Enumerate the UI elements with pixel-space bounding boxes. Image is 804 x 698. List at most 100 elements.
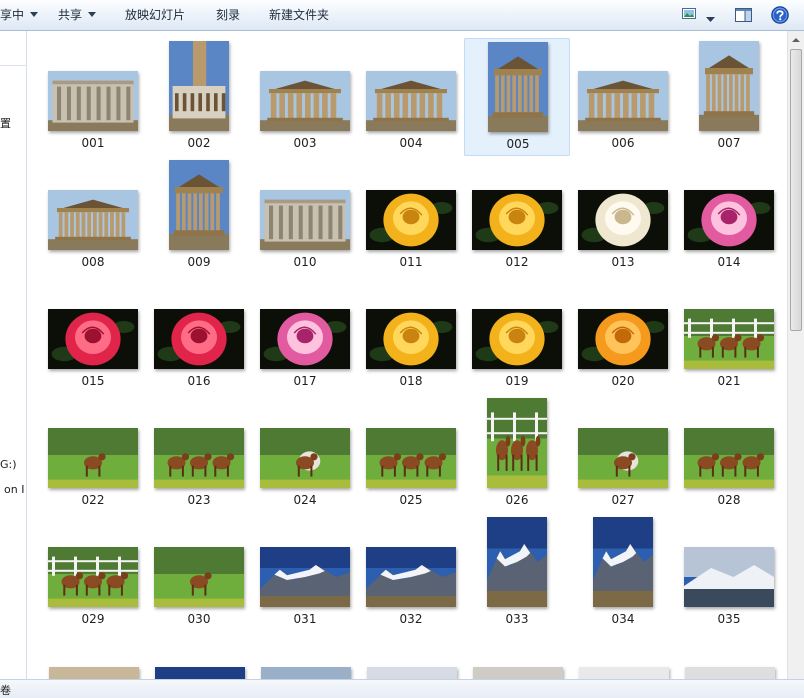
file-item[interactable]: 029 <box>40 514 146 632</box>
file-name: 024 <box>293 493 317 507</box>
file-item[interactable]: 006 <box>570 38 676 156</box>
file-item[interactable]: 033 <box>464 514 570 632</box>
file-name: 010 <box>293 255 317 269</box>
image-thumbnail <box>260 71 350 131</box>
image-thumbnail[interactable] <box>261 667 351 679</box>
file-name: 032 <box>399 612 423 626</box>
file-item[interactable]: 004 <box>358 38 464 156</box>
nav-fragment[interactable]: on I <box>4 483 24 496</box>
file-view[interactable]: 001 002 003 004 005 006 007 008 009 010 011 012 013 0… <box>27 31 787 679</box>
file-item[interactable]: 001 <box>40 38 146 156</box>
file-item[interactable]: 032 <box>358 514 464 632</box>
file-item[interactable]: 003 <box>252 38 358 156</box>
toolbar-item-1[interactable]: 共享 <box>58 0 97 31</box>
file-name: 020 <box>611 374 635 388</box>
file-item[interactable]: 017 <box>252 276 358 394</box>
file-name: 023 <box>187 493 211 507</box>
image-thumbnail <box>154 309 244 369</box>
file-item[interactable]: 022 <box>40 395 146 513</box>
image-thumbnail <box>366 71 456 131</box>
image-thumbnail <box>260 547 350 607</box>
command-bar: 享中 共享 放映幻灯片 刻录 新建文件夹 <box>0 0 804 31</box>
image-thumbnail <box>472 309 562 369</box>
file-item[interactable]: 026 <box>464 395 570 513</box>
file-item[interactable]: 025 <box>358 395 464 513</box>
toolbar-item-3[interactable]: 刻录 <box>216 0 240 31</box>
file-name: 033 <box>505 612 529 626</box>
file-name: 025 <box>399 493 423 507</box>
file-item[interactable]: 011 <box>358 157 464 275</box>
image-thumbnail <box>578 428 668 488</box>
file-name: 028 <box>717 493 741 507</box>
view-dropdown-icon[interactable] <box>706 12 715 26</box>
status-bar: 卷 <box>0 679 804 698</box>
file-name: 027 <box>611 493 635 507</box>
scrollbar-thumb[interactable] <box>790 49 802 331</box>
image-thumbnail[interactable] <box>579 667 669 679</box>
file-name: 004 <box>399 136 423 150</box>
file-name: 005 <box>506 137 530 151</box>
file-name: 022 <box>81 493 105 507</box>
file-item[interactable]: 014 <box>676 157 782 275</box>
file-item[interactable]: 016 <box>146 276 252 394</box>
file-item[interactable]: 002 <box>146 38 252 156</box>
file-item[interactable]: 013 <box>570 157 676 275</box>
image-thumbnail[interactable] <box>155 667 245 679</box>
file-item[interactable]: 015 <box>40 276 146 394</box>
preview-pane-icon[interactable] <box>735 7 752 26</box>
file-item[interactable]: 024 <box>252 395 358 513</box>
vertical-scrollbar[interactable] <box>787 31 804 679</box>
image-thumbnail <box>154 428 244 488</box>
file-item[interactable]: 030 <box>146 514 252 632</box>
file-item[interactable]: 018 <box>358 276 464 394</box>
file-name: 021 <box>717 374 741 388</box>
file-name: 009 <box>187 255 211 269</box>
file-item[interactable]: 034 <box>570 514 676 632</box>
file-name: 006 <box>611 136 635 150</box>
toolbar-item-2[interactable]: 放映幻灯片 <box>125 0 185 31</box>
file-item[interactable]: 020 <box>570 276 676 394</box>
file-name: 035 <box>717 612 741 626</box>
file-name: 026 <box>505 493 529 507</box>
image-thumbnail <box>366 309 456 369</box>
toolbar-item-label: 刻录 <box>216 8 241 22</box>
image-thumbnail <box>260 309 350 369</box>
file-name: 019 <box>505 374 529 388</box>
image-thumbnail <box>48 190 138 250</box>
file-item[interactable]: 035 <box>676 514 782 632</box>
image-thumbnail[interactable] <box>685 667 775 679</box>
nav-fragment[interactable]: G:) <box>0 458 17 471</box>
image-thumbnail <box>487 517 547 607</box>
image-thumbnail <box>488 42 548 132</box>
file-item[interactable]: 019 <box>464 276 570 394</box>
file-item[interactable]: 009 <box>146 157 252 275</box>
file-item[interactable]: 008 <box>40 157 146 275</box>
image-thumbnail <box>699 41 759 131</box>
image-thumbnail <box>169 160 229 250</box>
file-name: 003 <box>293 136 317 150</box>
view-options-icon[interactable] <box>682 7 696 24</box>
image-thumbnail <box>487 398 547 488</box>
file-name: 011 <box>399 255 423 269</box>
navigation-pane[interactable]: 置 G:) on I <box>0 31 27 679</box>
image-thumbnail[interactable] <box>367 667 457 679</box>
scroll-up-icon[interactable] <box>788 32 804 48</box>
image-thumbnail[interactable] <box>473 667 563 679</box>
toolbar-item-4[interactable]: 新建文件夹 <box>269 0 329 31</box>
file-item[interactable]: 027 <box>570 395 676 513</box>
file-name: 031 <box>293 612 317 626</box>
image-thumbnail <box>48 71 138 131</box>
file-item[interactable]: 012 <box>464 157 570 275</box>
nav-fragment[interactable]: 置 <box>0 115 11 131</box>
image-thumbnail <box>260 190 350 250</box>
toolbar-item-0[interactable]: 享中 <box>0 0 39 31</box>
help-icon[interactable] <box>771 6 789 27</box>
image-thumbnail[interactable] <box>49 667 139 679</box>
file-item[interactable]: 010 <box>252 157 358 275</box>
file-item[interactable]: 021 <box>676 276 782 394</box>
file-item[interactable]: 023 <box>146 395 252 513</box>
file-item[interactable]: 028 <box>676 395 782 513</box>
file-item[interactable]: 007 <box>676 38 782 156</box>
file-item[interactable]: 031 <box>252 514 358 632</box>
file-item[interactable]: 005 <box>464 38 570 156</box>
